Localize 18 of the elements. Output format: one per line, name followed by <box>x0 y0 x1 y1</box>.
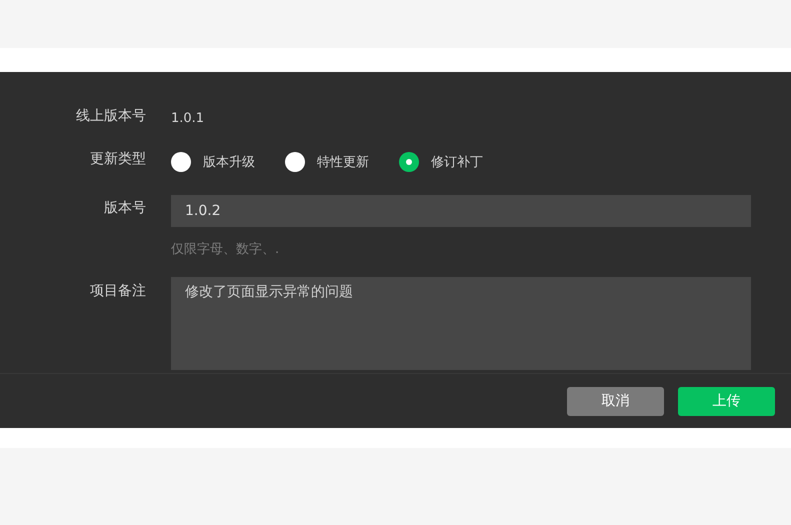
cancel-button[interactable]: 取消 <box>567 386 664 416</box>
notes-textarea[interactable]: 修改了页面显示异常的问题 <box>171 277 751 370</box>
radio-label: 修订补丁 <box>431 154 483 171</box>
version-hint: 仅限字母、数字、. <box>171 241 280 260</box>
radio-option[interactable]: 修订补丁 <box>399 152 483 172</box>
field-label: 更新类型 <box>89 150 146 170</box>
version-input[interactable]: 1.0.2 <box>171 194 751 227</box>
radio-icon[interactable] <box>399 152 419 172</box>
radio-icon[interactable] <box>285 152 305 172</box>
radio-label: 特性更新 <box>317 154 369 171</box>
field-label: 线上版本号 <box>75 107 146 126</box>
online-version-value: 1.0.1 <box>171 111 206 126</box>
radio-label: 版本升级 <box>203 154 255 171</box>
radio-icon[interactable] <box>171 152 191 172</box>
radio-option[interactable]: 版本升级 <box>171 152 255 172</box>
radio-option[interactable]: 特性更新 <box>285 152 369 172</box>
field-label: 版本号 <box>103 199 146 218</box>
field-label: 项目备注 <box>89 282 146 301</box>
